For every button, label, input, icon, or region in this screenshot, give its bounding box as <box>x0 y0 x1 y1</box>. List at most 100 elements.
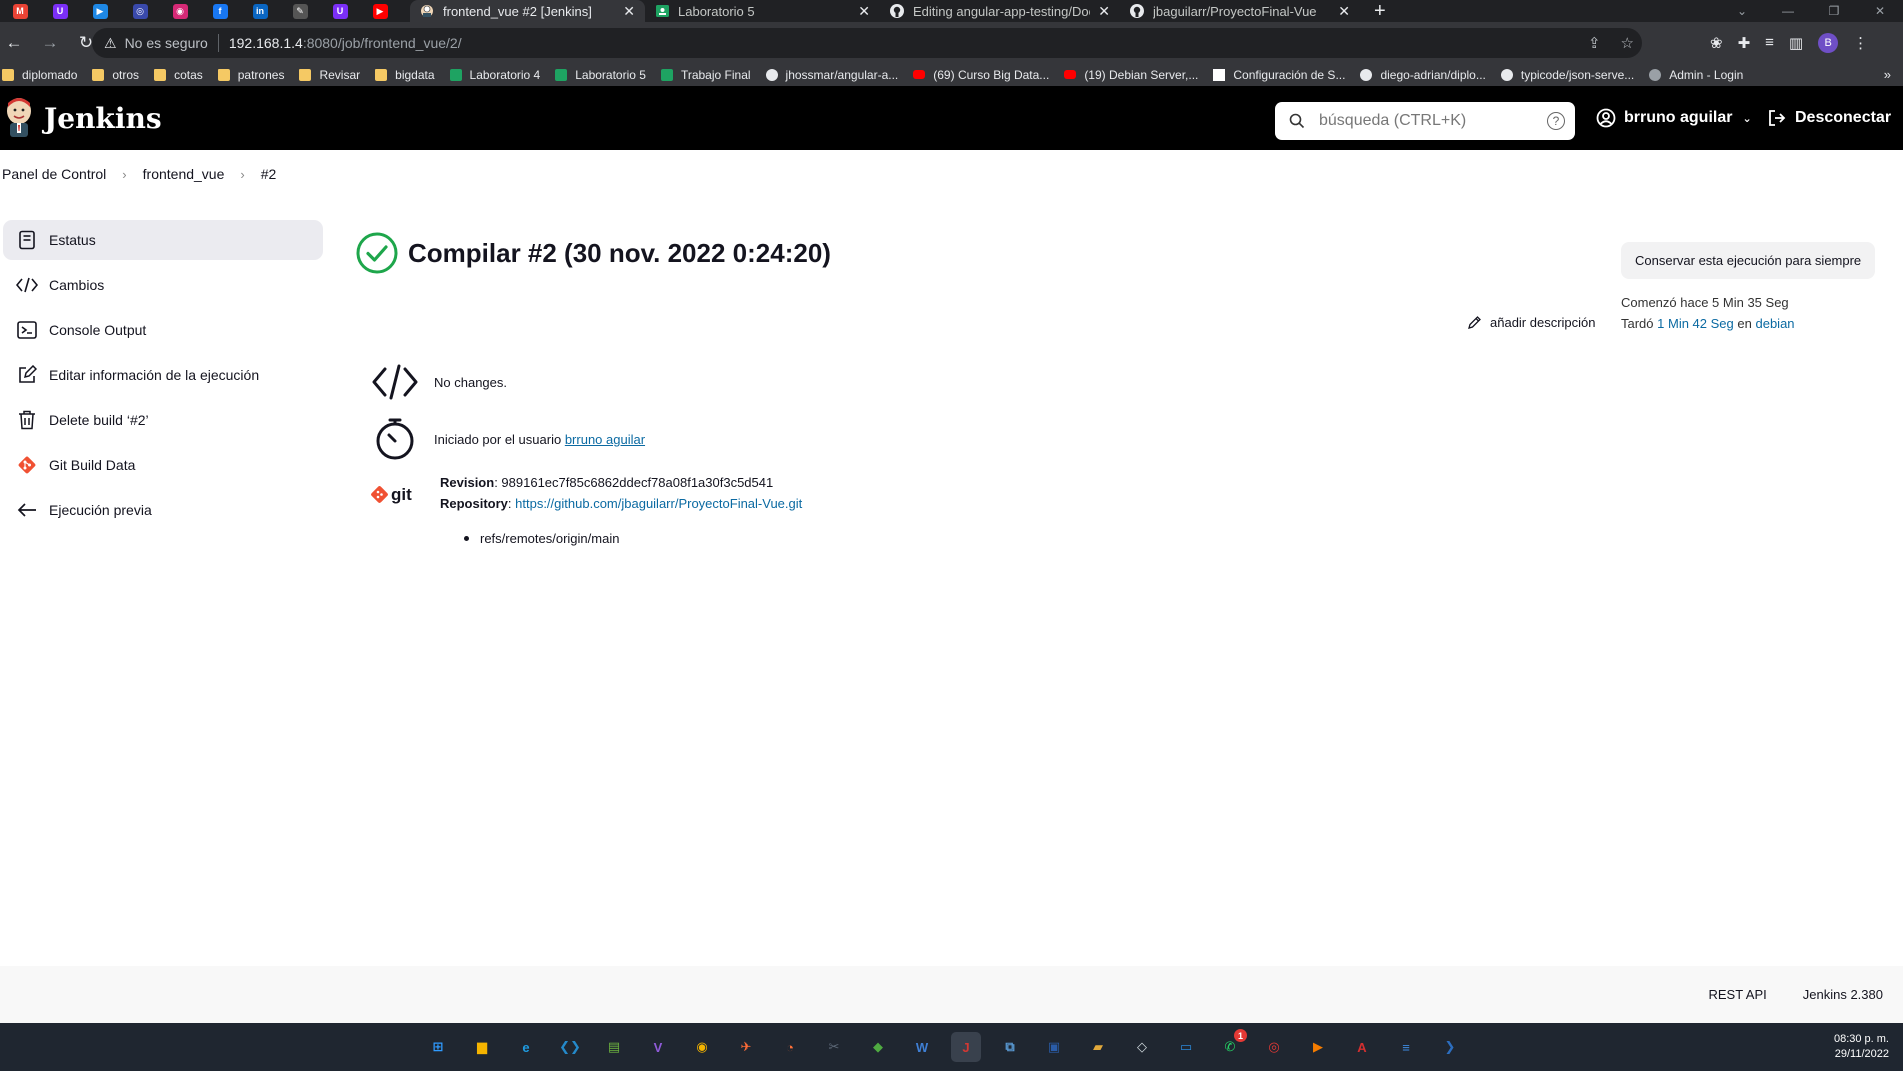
notes-icon[interactable]: ≡ <box>1391 1032 1421 1062</box>
close-tab-icon[interactable]: ✕ <box>1338 3 1350 20</box>
pinned-tab[interactable]: ▶ <box>80 0 120 22</box>
postman-icon[interactable]: ✈ <box>731 1032 761 1062</box>
pinned-tab[interactable]: M <box>0 0 40 22</box>
pinned-tab[interactable]: ◎ <box>120 0 160 22</box>
powershell-icon[interactable]: ❯ <box>1435 1032 1465 1062</box>
firefox-icon[interactable]: ◔ <box>775 1032 805 1062</box>
cube-icon[interactable]: ◇ <box>1127 1032 1157 1062</box>
notepad-icon[interactable]: ▤ <box>599 1032 629 1062</box>
close-tab-icon[interactable]: ✕ <box>858 3 870 20</box>
puzzle-icon[interactable]: ✚ <box>1738 34 1751 52</box>
snipping-tool-icon[interactable]: ✂ <box>819 1032 849 1062</box>
forward-icon[interactable]: → <box>36 33 64 53</box>
tab-proyectofinal-vue[interactable]: jbaguilarr/ProyectoFinal-Vue ✕ <box>1120 0 1360 22</box>
menu-icon[interactable]: ⋮ <box>1853 34 1868 52</box>
pinned-tab[interactable]: ▶ <box>360 0 400 22</box>
bookmark-item[interactable]: bigdata <box>375 68 435 82</box>
bookmark-item[interactable]: diplomado <box>2 68 77 82</box>
bookmark-item[interactable]: (19) Debian Server,... <box>1064 68 1198 82</box>
virtualbox-icon[interactable]: ▣ <box>1039 1032 1069 1062</box>
bookmark-item[interactable]: typicode/json-serve... <box>1500 68 1634 82</box>
repository-link[interactable]: https://github.com/jbaguilarr/ProyectoFi… <box>515 496 802 511</box>
visual-studio-icon[interactable]: V <box>643 1032 673 1062</box>
tab-editing-angular[interactable]: Editing angular-app-testing/Doc ✕ <box>880 0 1120 22</box>
edge-icon[interactable]: e <box>511 1032 541 1062</box>
user-menu[interactable]: brruno aguilar ⌄ <box>1596 86 1752 150</box>
close-tab-icon[interactable]: ✕ <box>1098 3 1110 20</box>
breadcrumb-job[interactable]: frontend_vue <box>141 166 227 182</box>
bookmark-item[interactable]: Laboratorio 4 <box>449 68 540 82</box>
media-player-icon[interactable]: ▶ <box>1303 1032 1333 1062</box>
bookmark-star-icon[interactable]: ☆ <box>1621 34 1634 52</box>
maximize-icon[interactable]: ❐ <box>1811 4 1857 18</box>
new-tab-button[interactable]: + <box>1374 0 1386 22</box>
bookmark-item[interactable]: otros <box>92 68 139 82</box>
warning-icon[interactable]: ⚠ <box>104 35 117 52</box>
jenkins-version-link[interactable]: Jenkins 2.380 <box>1803 987 1883 1002</box>
network-icon[interactable]: ⧉ <box>995 1032 1025 1062</box>
sidebar-item-delete-build[interactable]: Delete build ‘#2’ <box>3 400 323 440</box>
app-red-icon[interactable]: ◎ <box>1259 1032 1289 1062</box>
bookmark-item[interactable]: diego-adrian/diplo... <box>1360 68 1486 82</box>
bookmark-item[interactable]: Revisar <box>299 68 360 82</box>
mongodb-icon[interactable]: ◆ <box>863 1032 893 1062</box>
bookmark-item[interactable]: jhossmar/angular-a... <box>765 68 898 82</box>
tab-jenkins-build[interactable]: frontend_vue #2 [Jenkins] ✕ <box>410 0 645 22</box>
system-clock[interactable]: 08:30 p. m. 29/11/2022 <box>1834 1032 1889 1062</box>
bookmark-item[interactable]: patrones <box>217 68 284 82</box>
tab-laboratorio-5[interactable]: Laboratorio 5 ✕ <box>645 0 880 22</box>
minimize-icon[interactable]: — <box>1765 4 1811 18</box>
close-window-icon[interactable]: ✕ <box>1857 4 1903 18</box>
profile-avatar[interactable]: B <box>1818 32 1839 53</box>
remote-desktop-icon[interactable]: ▭ <box>1171 1032 1201 1062</box>
bookmark-item[interactable]: Trabajo Final <box>660 68 751 82</box>
vscode-icon[interactable]: ❮❯ <box>555 1032 585 1062</box>
chevron-down-icon[interactable]: ⌄ <box>1742 112 1751 125</box>
add-description-button[interactable]: añadir descripción <box>1467 315 1596 330</box>
rest-api-link[interactable]: REST API <box>1708 987 1766 1002</box>
acrobat-icon[interactable]: A <box>1347 1032 1377 1062</box>
bookmark-item[interactable]: (69) Curso Big Data... <box>913 68 1049 82</box>
duration-link[interactable]: 1 Min 42 Seg <box>1657 316 1734 331</box>
file-explorer-icon[interactable]: ▆ <box>467 1032 497 1062</box>
writer-icon[interactable]: W <box>907 1032 937 1062</box>
pinned-tab[interactable]: U <box>320 0 360 22</box>
jenkins-taskbar-icon[interactable]: J <box>951 1032 981 1062</box>
sidebar-item-git-build-data[interactable]: Git Build Data <box>3 445 323 485</box>
keep-build-forever-button[interactable]: Conservar esta ejecución para siempre <box>1621 242 1876 279</box>
sidebar-item-estatus[interactable]: Estatus <box>3 220 323 260</box>
pinned-tab[interactable]: f <box>200 0 240 22</box>
breadcrumb-dashboard[interactable]: Panel de Control <box>0 166 108 182</box>
security-status[interactable]: No es seguro <box>125 35 208 51</box>
pinned-tab[interactable]: in <box>240 0 280 22</box>
whatsapp-icon[interactable]: ✆ 1 <box>1215 1029 1247 1062</box>
bookmark-item[interactable]: Admin - Login <box>1649 68 1743 82</box>
started-by-user-link[interactable]: brruno aguilar <box>565 432 645 447</box>
sidebar-item-ejecucion-previa[interactable]: Ejecución previa <box>3 490 323 530</box>
media-control-icon[interactable]: ≡ <box>1765 34 1774 51</box>
windows-start-icon[interactable]: ⊞ <box>423 1032 453 1062</box>
close-tab-icon[interactable]: ✕ <box>623 3 635 20</box>
bookmarks-overflow[interactable]: » <box>1884 63 1891 86</box>
search-input[interactable] <box>1319 112 1539 130</box>
tab-search-icon[interactable]: ⌄ <box>1719 4 1765 18</box>
search-box[interactable]: ? <box>1275 102 1575 140</box>
jenkins-home-link[interactable]: Jenkins <box>3 97 162 139</box>
bookmark-item[interactable]: Configuración de S... <box>1213 68 1345 82</box>
folder-app-icon[interactable]: ▰ <box>1083 1032 1113 1062</box>
sidebar-item-console-output[interactable]: Console Output <box>3 310 323 350</box>
extension-icon[interactable]: ❀ <box>1710 34 1723 52</box>
pinned-tab[interactable]: ◉ <box>160 0 200 22</box>
sidebar-item-editar-informacion[interactable]: Editar información de la ejecución <box>3 355 323 395</box>
pinned-tab[interactable]: U <box>40 0 80 22</box>
pinned-tab[interactable]: ✎ <box>280 0 320 22</box>
node-link[interactable]: debian <box>1755 316 1794 331</box>
bookmark-item[interactable]: cotas <box>154 68 203 82</box>
chrome-icon[interactable]: ◉ <box>687 1032 717 1062</box>
side-panel-icon[interactable]: ▥ <box>1789 34 1803 52</box>
address-bar[interactable]: ⚠ No es seguro 192.168.1.4:8080/job/fron… <box>92 28 1642 58</box>
bookmark-item[interactable]: Laboratorio 5 <box>555 68 646 82</box>
search-help-icon[interactable]: ? <box>1547 112 1565 130</box>
share-icon[interactable]: ⇪ <box>1588 34 1601 52</box>
sidebar-item-cambios[interactable]: Cambios <box>3 265 323 305</box>
